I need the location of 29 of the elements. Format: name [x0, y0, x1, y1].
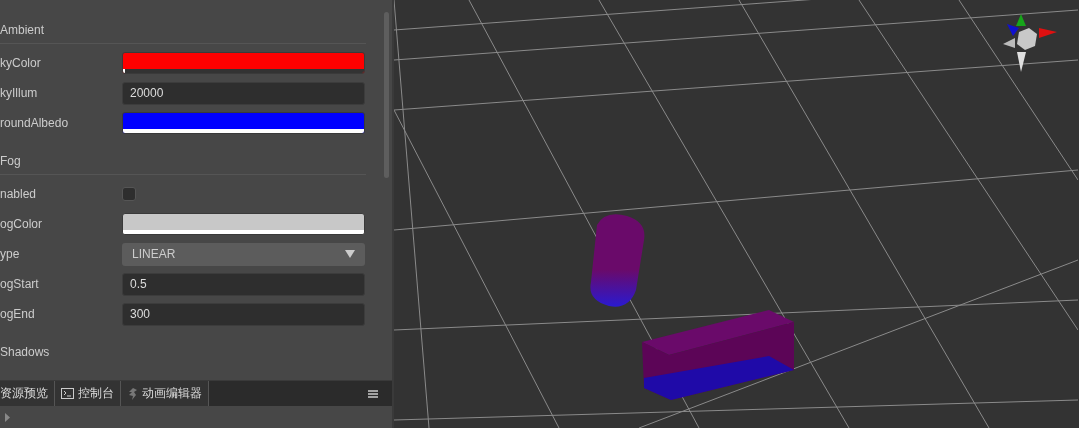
checkbox[interactable] [122, 187, 136, 201]
terminal-icon [61, 388, 74, 399]
section-title: Fog [0, 154, 21, 168]
property-label: ogColor [0, 217, 44, 231]
number-field[interactable]: 20000 [122, 81, 365, 105]
number-field[interactable]: 0.5 [122, 272, 365, 296]
section-title: Ambient [0, 23, 45, 37]
play-icon[interactable] [5, 412, 10, 422]
number-field[interactable]: 300 [122, 302, 365, 326]
panel-tab[interactable]: 控制台 [55, 381, 121, 406]
orientation-gizmo-icon [1003, 14, 1057, 72]
property-label: ogEnd [0, 307, 36, 321]
dropdown-arrow-icon [345, 250, 355, 258]
color-field[interactable] [122, 112, 365, 134]
running-figure-icon [127, 387, 138, 400]
property-label: ogStart [0, 277, 40, 291]
property-label: ype [0, 247, 21, 261]
property-label: nabled [0, 187, 38, 201]
menu-icon[interactable] [368, 389, 378, 398]
color-field[interactable] [122, 52, 365, 74]
property-label: kyColor [0, 56, 42, 70]
panel-tab[interactable]: 动画编辑器 [121, 381, 209, 406]
property-label: roundAlbedo [0, 116, 70, 130]
property-label: kyIllum [0, 86, 39, 100]
scene-viewport[interactable] [394, 0, 1079, 428]
color-field[interactable] [122, 213, 365, 235]
panel-tab[interactable]: 资源预览 [0, 381, 55, 406]
section-title: Shadows [0, 345, 50, 359]
type-dropdown[interactable]: LINEAR [122, 242, 365, 266]
